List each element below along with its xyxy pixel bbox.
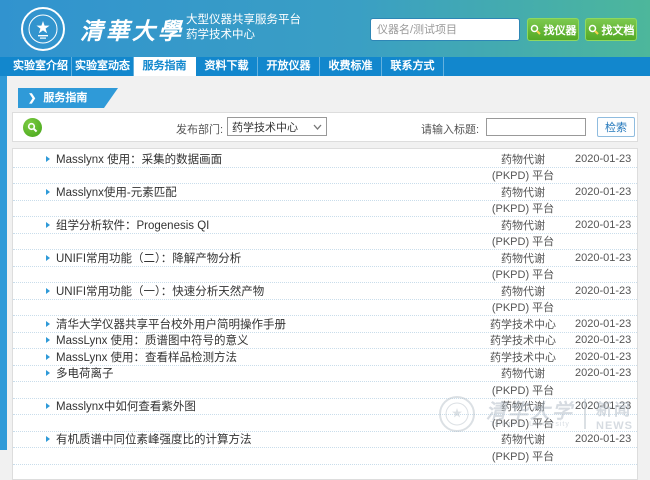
- magnifier-icon: [588, 24, 599, 35]
- breadcrumb-label: 服务指南: [43, 92, 87, 104]
- department-cell: 药物代谢: [471, 431, 575, 447]
- date-cell: 2020-01-23: [575, 433, 637, 445]
- bullet-icon: [46, 156, 50, 162]
- date-cell: 2020-01-23: [575, 367, 637, 379]
- department-cell: 药物代谢: [471, 283, 575, 299]
- list-item: 多电荷离子药物代谢2020-01-23 (PKPD) 平台: [13, 366, 637, 399]
- bullet-icon: [46, 436, 50, 442]
- bullet-icon: [46, 321, 50, 327]
- department-cell: 药学技术中心: [471, 332, 575, 348]
- document-link[interactable]: MassLynx 使用：质谱图中符号的意义: [13, 332, 471, 348]
- list-item: Masslynx 使用：采集的数据画面药物代谢2020-01-23 (PKPD)…: [13, 151, 637, 184]
- department-cell: 药物代谢: [471, 250, 575, 266]
- department-cell: 药物代谢: [471, 184, 575, 200]
- title-search-label: 请输入标题:: [421, 121, 479, 137]
- bullet-icon: [46, 288, 50, 294]
- search-icon[interactable]: [23, 118, 42, 137]
- bullet-icon: [46, 403, 50, 409]
- instrument-search-input[interactable]: [370, 18, 520, 41]
- department-cell: 药物代谢: [471, 398, 575, 414]
- department-cell-line2: (PKPD) 平台: [471, 382, 575, 398]
- search-submit-button[interactable]: 检索: [597, 117, 635, 137]
- bullet-icon: [46, 370, 50, 376]
- bullet-icon: [46, 354, 50, 360]
- list-item: UNIFI常用功能（一）：快速分析天然产物药物代谢2020-01-23 (PKP…: [13, 283, 637, 316]
- magnifier-icon: [530, 24, 541, 35]
- list-item: UNIFI常用功能（二）：降解产物分析药物代谢2020-01-23 (PKPD)…: [13, 250, 637, 283]
- document-link[interactable]: UNIFI常用功能（一）：快速分析天然产物: [13, 283, 471, 299]
- breadcrumb-chevron-icon: ❯: [28, 93, 36, 104]
- date-cell: 2020-01-23: [575, 219, 637, 231]
- date-cell: 2020-01-23: [575, 285, 637, 297]
- document-link[interactable]: Masslynx中如何查看紫外图: [13, 398, 471, 414]
- list-item: 清华大学仪器共享平台校外用户简明操作手册药学技术中心2020-01-23: [13, 316, 637, 333]
- department-cell: 药学技术中心: [471, 349, 575, 365]
- document-link[interactable]: Masslynx 使用：采集的数据画面: [13, 151, 471, 167]
- document-link[interactable]: 组学分析软件：Progenesis QI: [13, 217, 471, 233]
- find-instrument-label: 找仪器: [544, 22, 577, 38]
- department-cell-line2: (PKPD) 平台: [471, 299, 575, 315]
- department-cell-line2: (PKPD) 平台: [471, 415, 575, 431]
- bullet-icon: [46, 255, 50, 261]
- find-document-label: 找文档: [602, 22, 635, 38]
- page-header: 清華大學 大型仪器共享服务平台 药学技术中心 找仪器 找文档: [0, 0, 650, 57]
- document-link[interactable]: 清华大学仪器共享平台校外用户简明操作手册: [13, 316, 471, 332]
- bullet-icon: [46, 222, 50, 228]
- department-selected-value: 药学技术中心: [232, 119, 313, 135]
- department-cell-line2: (PKPD) 平台: [471, 167, 575, 183]
- bullet-icon: [46, 189, 50, 195]
- document-link[interactable]: MassLynx 使用：查看样品检测方法: [13, 349, 471, 365]
- find-instrument-button[interactable]: 找仪器: [527, 18, 579, 41]
- department-cell: 药学技术中心: [471, 316, 575, 332]
- department-cell-line2: (PKPD) 平台: [471, 233, 575, 249]
- date-cell: 2020-01-23: [575, 318, 637, 330]
- date-cell: 2020-01-23: [575, 351, 637, 363]
- list-item: 组学分析软件：Progenesis QI药物代谢2020-01-23 (PKPD…: [13, 217, 637, 250]
- left-edge-strip: [0, 76, 7, 450]
- tab-service-guide[interactable]: 服务指南: [134, 57, 196, 76]
- document-link[interactable]: 多电荷离子: [13, 365, 471, 381]
- list-item: 有机质谱中同位素峰强度比的计算方法药物代谢2020-01-23 (PKPD) 平…: [13, 432, 637, 465]
- date-cell: 2020-01-23: [575, 186, 637, 198]
- platform-title: 大型仪器共享服务平台: [186, 13, 301, 28]
- document-link[interactable]: Masslynx使用-元素匹配: [13, 184, 471, 200]
- bullet-icon: [46, 337, 50, 343]
- filter-panel: 发布部门: 药学技术中心 请输入标题: 检索: [12, 112, 638, 142]
- tab-fee-standards[interactable]: 收费标准: [320, 57, 382, 76]
- tab-open-instruments[interactable]: 开放仪器: [258, 57, 320, 76]
- date-cell: 2020-01-23: [575, 334, 637, 346]
- find-document-button[interactable]: 找文档: [585, 18, 637, 41]
- date-cell: 2020-01-23: [575, 252, 637, 264]
- document-list: Masslynx 使用：采集的数据画面药物代谢2020-01-23 (PKPD)…: [12, 148, 638, 480]
- tab-lab-news[interactable]: 实验室动态: [72, 57, 134, 76]
- site-subtitle: 大型仪器共享服务平台 药学技术中心: [186, 13, 301, 43]
- tsinghua-logo: [20, 6, 66, 52]
- tab-contact[interactable]: 联系方式: [382, 57, 444, 76]
- document-link[interactable]: UNIFI常用功能（二）：降解产物分析: [13, 250, 471, 266]
- main-nav: 实验室介绍 实验室动态 服务指南 资料下载 开放仪器 收费标准 联系方式: [0, 57, 650, 76]
- date-cell: 2020-01-23: [575, 400, 637, 412]
- list-item: MassLynx 使用：质谱图中符号的意义药学技术中心2020-01-23: [13, 333, 637, 350]
- center-title: 药学技术中心: [186, 28, 301, 43]
- chevron-down-icon: [313, 124, 322, 130]
- department-select[interactable]: 药学技术中心: [227, 117, 327, 136]
- document-link[interactable]: 有机质谱中同位素峰强度比的计算方法: [13, 431, 471, 447]
- tab-downloads[interactable]: 资料下载: [196, 57, 258, 76]
- date-cell: 2020-01-23: [575, 153, 637, 165]
- department-cell-line2: (PKPD) 平台: [471, 448, 575, 464]
- department-cell-line2: (PKPD) 平台: [471, 200, 575, 216]
- department-cell: 药物代谢: [471, 217, 575, 233]
- title-search-input[interactable]: [486, 118, 586, 136]
- university-calligraphy: 清華大學: [80, 12, 184, 46]
- department-label: 发布部门:: [176, 121, 223, 137]
- department-cell: 药物代谢: [471, 365, 575, 381]
- breadcrumb[interactable]: ❯ 服务指南: [18, 88, 118, 108]
- department-cell-line2: (PKPD) 平台: [471, 266, 575, 282]
- list-item: MassLynx 使用：查看样品检测方法药学技术中心2020-01-23: [13, 349, 637, 366]
- list-item: Masslynx中如何查看紫外图药物代谢2020-01-23 (PKPD) 平台: [13, 399, 637, 432]
- tab-lab-intro[interactable]: 实验室介绍: [10, 57, 72, 76]
- department-cell: 药物代谢: [471, 151, 575, 167]
- list-item: Masslynx使用-元素匹配药物代谢2020-01-23 (PKPD) 平台: [13, 184, 637, 217]
